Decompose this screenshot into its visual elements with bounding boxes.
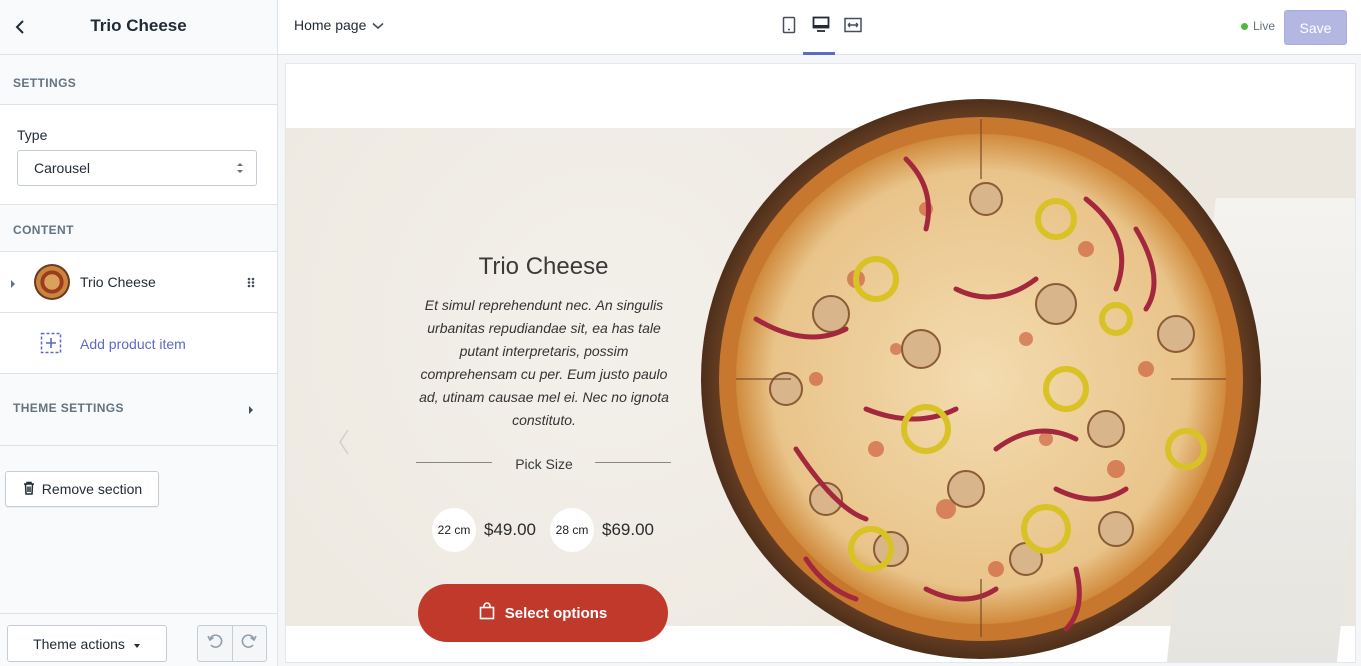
viewport-switcher bbox=[778, 16, 864, 38]
drag-handle-icon[interactable] bbox=[246, 275, 256, 289]
bag-icon bbox=[479, 602, 495, 624]
size-option-22cm[interactable]: 22 cm $49.00 bbox=[432, 508, 536, 552]
save-button[interactable]: Save bbox=[1284, 10, 1347, 45]
undo-redo-group bbox=[197, 625, 267, 662]
mobile-view-button[interactable] bbox=[778, 16, 800, 38]
mobile-icon bbox=[782, 16, 796, 39]
size-badge: 28 cm bbox=[550, 508, 594, 552]
divider-line bbox=[416, 462, 492, 463]
live-label: Live bbox=[1253, 19, 1276, 33]
content-item-trio-cheese[interactable]: Trio Cheese bbox=[0, 252, 277, 313]
theme-settings-label: THEME SETTINGS bbox=[13, 401, 124, 415]
select-arrows-icon bbox=[236, 161, 244, 178]
caret-right-icon bbox=[247, 402, 255, 420]
page-select-value: Home page bbox=[294, 17, 367, 33]
trash-icon bbox=[22, 481, 36, 498]
sidebar-title: Trio Cheese bbox=[90, 16, 187, 35]
type-setting: Type Carousel bbox=[0, 105, 277, 205]
live-dot-icon bbox=[1241, 22, 1248, 30]
sidebar: Trio Cheese SETTINGS Type Carousel CONTE… bbox=[0, 0, 278, 666]
caret-right-icon[interactable] bbox=[9, 276, 17, 294]
undo-button[interactable] bbox=[198, 626, 233, 661]
remove-section-label: Remove section bbox=[41, 481, 143, 497]
page-select[interactable]: Home page bbox=[294, 17, 384, 33]
fullwidth-view-button[interactable] bbox=[842, 16, 864, 38]
fullwidth-icon bbox=[844, 17, 862, 38]
settings-section-header: SETTINGS bbox=[0, 55, 277, 105]
carousel-prev-icon[interactable] bbox=[338, 428, 350, 461]
sidebar-footer: Theme actions bbox=[0, 613, 277, 666]
pick-size-label: Pick Size bbox=[515, 456, 573, 472]
theme-actions-button[interactable]: Theme actions bbox=[7, 625, 167, 662]
active-view-indicator bbox=[803, 52, 835, 55]
redo-button[interactable] bbox=[233, 626, 267, 661]
select-options-label: Select options bbox=[504, 604, 608, 622]
product-title: Trio Cheese bbox=[478, 253, 609, 280]
top-bar: Home page Live Save bbox=[278, 0, 1361, 55]
type-select-value: Carousel bbox=[34, 160, 91, 176]
content-label: CONTENT bbox=[13, 223, 74, 237]
theme-settings-section[interactable]: THEME SETTINGS bbox=[0, 374, 277, 446]
add-product-item[interactable]: Add product item bbox=[0, 313, 277, 374]
size-price: $69.00 bbox=[602, 520, 654, 539]
divider-line bbox=[595, 462, 671, 463]
type-select[interactable]: Carousel bbox=[17, 150, 257, 186]
settings-label: SETTINGS bbox=[13, 76, 77, 90]
content-section-header: CONTENT bbox=[0, 205, 277, 252]
theme-actions-label: Theme actions bbox=[33, 635, 125, 652]
storefront-preview: Trio Cheese Et simul reprehendunt nec. A… bbox=[286, 64, 1355, 662]
undo-icon bbox=[206, 632, 224, 655]
product-description: Et simul reprehendunt nec. An singulis u… bbox=[419, 297, 669, 428]
remove-section-button[interactable]: Remove section bbox=[5, 471, 159, 507]
size-price: $49.00 bbox=[484, 520, 536, 539]
add-product-item-label: Add product item bbox=[80, 336, 186, 352]
item-thumbnail bbox=[34, 264, 70, 300]
select-options-button[interactable]: Select options bbox=[418, 584, 668, 642]
size-option-28cm[interactable]: 28 cm $69.00 bbox=[550, 508, 654, 552]
redo-icon bbox=[240, 632, 258, 655]
type-label: Type bbox=[17, 127, 48, 143]
desktop-icon bbox=[812, 16, 830, 38]
size-badge: 22 cm bbox=[432, 508, 476, 552]
caret-down-icon bbox=[133, 636, 141, 652]
sidebar-header: Trio Cheese bbox=[0, 0, 277, 55]
pizza-image bbox=[696, 89, 1266, 662]
item-label: Trio Cheese bbox=[80, 274, 156, 290]
chevron-down-icon bbox=[372, 17, 384, 33]
live-status: Live bbox=[1241, 19, 1275, 33]
add-item-icon bbox=[40, 332, 62, 354]
desktop-view-button[interactable] bbox=[810, 16, 832, 38]
